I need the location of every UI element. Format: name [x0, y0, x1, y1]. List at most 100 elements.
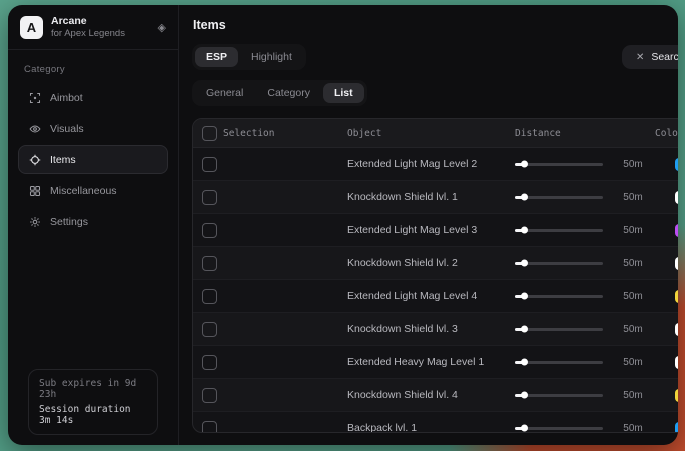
- sidebar: A Arcane for Apex Legends ◈ Category Aim…: [8, 5, 179, 445]
- slider-thumb[interactable]: [521, 392, 528, 399]
- distance-value: 50m: [611, 291, 655, 302]
- distance-slider[interactable]: [515, 427, 603, 430]
- slider-thumb[interactable]: [521, 227, 528, 234]
- distance-slider[interactable]: [515, 229, 603, 232]
- object-name: Extended Heavy Mag Level 1: [347, 356, 515, 368]
- distance-value: 50m: [611, 324, 655, 335]
- color-swatch[interactable]: [675, 422, 678, 434]
- column-color: Color: [655, 128, 678, 139]
- color-swatch[interactable]: [675, 224, 678, 237]
- object-name: Knockdown Shield lvl. 1: [347, 191, 515, 203]
- table-header: Selection Object Distance Color: [193, 119, 678, 148]
- subtab-general[interactable]: General: [195, 83, 254, 103]
- distance-slider[interactable]: [515, 196, 603, 199]
- distance-slider[interactable]: [515, 262, 603, 265]
- row-checkbox[interactable]: [202, 256, 217, 271]
- select-all-checkbox[interactable]: [202, 126, 217, 141]
- object-name: Extended Light Mag Level 4: [347, 290, 515, 302]
- slider-thumb[interactable]: [521, 359, 528, 366]
- distance-value: 50m: [611, 258, 655, 269]
- sidebar-item-label: Aimbot: [50, 92, 83, 104]
- mode-tab-group: ESPHighlight: [192, 44, 306, 70]
- table-body: Extended Light Mag Level 250mKnockdown S…: [193, 148, 678, 433]
- table-row: Knockdown Shield lvl. 150m: [193, 181, 678, 214]
- color-swatch[interactable]: [675, 389, 678, 402]
- color-swatch[interactable]: [675, 191, 678, 204]
- sidebar-item-label: Miscellaneous: [50, 185, 117, 197]
- table-row: Extended Light Mag Level 4 50m: [193, 280, 678, 313]
- gear-icon: [28, 215, 41, 228]
- slider-thumb[interactable]: [521, 326, 528, 333]
- aimbot-icon: [28, 91, 41, 104]
- color-cell: [655, 224, 678, 237]
- app-window: A Arcane for Apex Legends ◈ Category Aim…: [8, 5, 678, 445]
- app-name: Arcane: [51, 15, 150, 28]
- slider-thumb[interactable]: [521, 260, 528, 267]
- row-checkbox[interactable]: [202, 322, 217, 337]
- distance-slider[interactable]: [515, 361, 603, 364]
- distance-slider[interactable]: [515, 394, 603, 397]
- tab-esp[interactable]: ESP: [195, 47, 238, 67]
- color-swatch[interactable]: [675, 158, 678, 171]
- sidebar-item-label: Items: [50, 154, 76, 166]
- slider-thumb[interactable]: [521, 425, 528, 432]
- object-name: Extended Light Mag Level 2: [347, 158, 515, 170]
- app-subtitle: for Apex Legends: [51, 28, 150, 40]
- category-label: Category: [24, 64, 168, 75]
- sidebar-nav: Aimbot Visuals Items Miscellaneous Settings: [18, 83, 168, 238]
- sidebar-item-items[interactable]: Items: [18, 145, 168, 174]
- color-cell: [655, 290, 678, 303]
- table-row: Extended Heavy Mag Level 150m: [193, 346, 678, 379]
- sidebar-header: A Arcane for Apex Legends ◈: [8, 5, 178, 50]
- row-checkbox[interactable]: [202, 157, 217, 172]
- slider-thumb[interactable]: [521, 194, 528, 201]
- row-checkbox[interactable]: [202, 223, 217, 238]
- distance-value: 50m: [611, 159, 655, 170]
- table-row: Knockdown Shield lvl. 4 50m: [193, 379, 678, 412]
- object-name: Knockdown Shield lvl. 2: [347, 257, 515, 269]
- subtab-category[interactable]: Category: [256, 83, 321, 103]
- sidebar-item-miscellaneous[interactable]: Miscellaneous: [18, 176, 168, 205]
- toolbar: ESPHighlight ✕ Search: [192, 44, 678, 70]
- row-checkbox[interactable]: [202, 355, 217, 370]
- distance-slider[interactable]: [515, 328, 603, 331]
- sidebar-item-label: Visuals: [50, 123, 84, 135]
- row-checkbox[interactable]: [202, 289, 217, 304]
- tab-highlight[interactable]: Highlight: [240, 47, 303, 67]
- x-icon: ✕: [636, 52, 644, 63]
- distance-slider[interactable]: [515, 163, 603, 166]
- table-row: Extended Light Mag Level 2 50m: [193, 148, 678, 181]
- slider-thumb[interactable]: [521, 293, 528, 300]
- object-name: Knockdown Shield lvl. 3: [347, 323, 515, 335]
- sub-expires-text: Sub expires in 9d 23h: [39, 378, 147, 400]
- distance-value: 50m: [611, 390, 655, 401]
- sidebar-item-settings[interactable]: Settings: [18, 207, 168, 236]
- subtab-list[interactable]: List: [323, 83, 364, 103]
- color-cell: [655, 389, 678, 402]
- color-swatch[interactable]: [675, 290, 678, 303]
- object-name: Knockdown Shield lvl. 4: [347, 389, 515, 401]
- row-checkbox[interactable]: [202, 388, 217, 403]
- column-distance: Distance: [515, 128, 655, 139]
- view-tab-group: GeneralCategoryList: [192, 80, 367, 106]
- grid-icon: [28, 184, 41, 197]
- main-panel: Items ESPHighlight ✕ Search GeneralCateg…: [179, 5, 678, 445]
- color-cell: [655, 422, 678, 434]
- column-object: Object: [347, 128, 515, 139]
- color-cell: [655, 191, 678, 204]
- color-swatch[interactable]: [675, 356, 678, 369]
- row-checkbox[interactable]: [202, 190, 217, 205]
- color-cell: [655, 323, 678, 336]
- search-button[interactable]: ✕ Search: [622, 45, 678, 69]
- gem-icon[interactable]: ◈: [158, 21, 166, 34]
- sidebar-item-visuals[interactable]: Visuals: [18, 114, 168, 143]
- distance-slider[interactable]: [515, 295, 603, 298]
- crosshair-icon: [28, 153, 41, 166]
- eye-icon: [28, 122, 41, 135]
- table-row: Knockdown Shield lvl. 3 50m: [193, 313, 678, 346]
- row-checkbox[interactable]: [202, 421, 217, 434]
- sidebar-item-aimbot[interactable]: Aimbot: [18, 83, 168, 112]
- color-swatch[interactable]: [675, 323, 678, 336]
- color-swatch[interactable]: [675, 257, 678, 270]
- slider-thumb[interactable]: [521, 161, 528, 168]
